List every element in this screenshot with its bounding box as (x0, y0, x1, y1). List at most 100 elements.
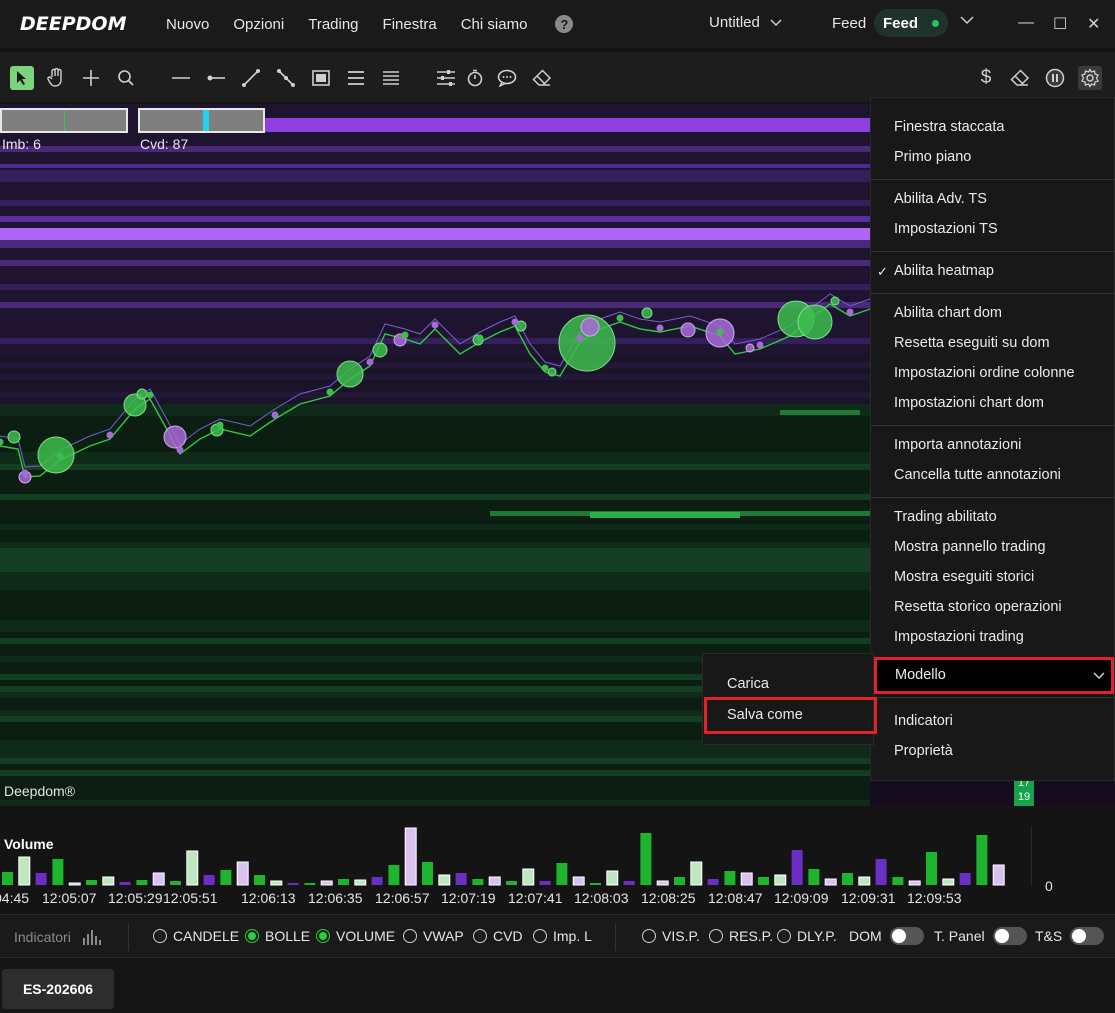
drawing-toolbar: $ (0, 52, 1115, 102)
imbalance-gauge (0, 108, 128, 133)
toggle-dom[interactable]: DOM (849, 927, 924, 945)
submenu-item-carica[interactable]: Carica (727, 676, 769, 692)
trendline-icon[interactable] (239, 66, 263, 90)
radio-res-p-label: RES.P. (729, 928, 774, 944)
radio-bolle[interactable]: BOLLE (245, 928, 310, 944)
timer-icon[interactable] (463, 66, 487, 90)
menu-item-mostra-pannello-trading[interactable]: Mostra pannello trading (894, 539, 1046, 555)
rectangle-icon[interactable] (309, 66, 333, 90)
radio-dly-p[interactable]: DLY.P. (777, 928, 837, 944)
volume-bar (707, 879, 719, 885)
bar-chart-icon[interactable] (82, 929, 102, 945)
menu-item-impostazioni-ordine-colonne[interactable]: Impostazioni ordine colonne (894, 365, 1075, 381)
feed-status-button[interactable]: Feed (874, 9, 948, 37)
liquidity-line (265, 118, 870, 132)
zoom-icon[interactable] (114, 66, 138, 90)
menu-nuovo[interactable]: Nuovo (166, 16, 209, 33)
radio-vis-p[interactable]: VIS.P. (642, 928, 700, 944)
volume-panel: Volume 0 04:45 12:05:07 12:05:2912:05:51 12… (0, 806, 1115, 910)
gear-icon[interactable] (1078, 66, 1102, 90)
menu-item-impostazioni-chart-dom[interactable]: Impostazioni chart dom (894, 395, 1044, 411)
crosshair-icon[interactable] (79, 66, 103, 90)
menu-item-indicatori[interactable]: Indicatori (894, 713, 953, 729)
radio-imp-l[interactable]: Imp. L (533, 928, 592, 944)
time-axis-label: 12:09:09 (774, 890, 829, 906)
heatmap-band (0, 542, 870, 548)
menu-finestra[interactable]: Finestra (383, 16, 437, 33)
menu-item-abilita-chart-dom[interactable]: Abilita chart dom (894, 305, 1002, 321)
maximize-button[interactable]: ☐ (1053, 14, 1067, 34)
heatmap-band (0, 206, 870, 212)
minimize-button[interactable]: — (1018, 14, 1034, 32)
radio-cvd[interactable]: CVD (473, 928, 523, 944)
menu-item-trading-abilitato[interactable]: Trading abilitato (894, 509, 997, 525)
liquidity-line (0, 216, 870, 222)
radio-volume[interactable]: VOLUME (316, 928, 395, 944)
list-icon[interactable] (344, 66, 368, 90)
eraser-icon[interactable] (530, 66, 554, 90)
ray-icon[interactable] (204, 66, 228, 90)
heatmap-band (0, 770, 870, 776)
menu-item-cancella-annotazioni[interactable]: Cancella tutte annotazioni (894, 467, 1061, 483)
volume-bar (674, 877, 685, 885)
menu-item-finestra-staccata[interactable]: Finestra staccata (894, 119, 1004, 135)
radio-ring (403, 929, 417, 943)
heatmap-band (0, 578, 870, 584)
menu-item-resetta-eseguiti-dom[interactable]: Resetta eseguiti su dom (894, 335, 1050, 351)
volume-bar (438, 874, 451, 886)
list-dense-icon[interactable] (379, 66, 403, 90)
close-button[interactable]: ✕ (1087, 14, 1100, 34)
trade-bubble (176, 446, 184, 454)
trade-bubble (680, 322, 696, 338)
toggle-switch[interactable] (1070, 927, 1105, 945)
menu-item-mostra-eseguiti-storici[interactable]: Mostra eseguiti storici (894, 569, 1034, 585)
menu-item-abilita-heatmap[interactable]: Abilita heatmap (894, 263, 994, 279)
toggle-ts[interactable]: T&S (1035, 927, 1105, 945)
menu-chi-siamo[interactable]: Chi siamo (461, 16, 528, 33)
menu-item-proprieta[interactable]: Proprietà (894, 743, 953, 759)
radio-res-p[interactable]: RES.P. (709, 928, 773, 944)
heatmap-band (0, 158, 870, 164)
liquidity-line (0, 228, 870, 240)
cursor-icon[interactable] (10, 66, 34, 90)
comment-icon[interactable] (495, 66, 519, 90)
radio-ring (153, 929, 167, 943)
volume-bar (774, 874, 787, 886)
pause-icon[interactable] (1043, 66, 1067, 90)
heatmap-band (0, 788, 870, 794)
workspace-title-dropdown[interactable]: Untitled (709, 14, 782, 31)
menu-opzioni[interactable]: Opzioni (233, 16, 284, 33)
menu-item-impostazioni-ts[interactable]: Impostazioni TS (894, 221, 998, 237)
multiline-icon[interactable] (274, 66, 298, 90)
menu-item-impostazioni-trading[interactable]: Impostazioni trading (894, 629, 1024, 645)
toggle-t-panel[interactable]: T. Panel (934, 927, 1027, 945)
symbol-tab-bar: ES-202606 (0, 960, 1115, 1013)
heatmap-band (0, 782, 870, 788)
volume-bar (640, 833, 652, 885)
trade-bubble (580, 317, 600, 337)
hline-icon[interactable] (169, 66, 193, 90)
menu-trading[interactable]: Trading (308, 16, 358, 33)
chevron-down-icon[interactable] (960, 15, 974, 25)
heatmap-band (0, 596, 870, 602)
radio-vwap[interactable]: VWAP (403, 928, 464, 944)
heatmap-band (0, 284, 870, 290)
menu-item-abilita-adv-ts[interactable]: Abilita Adv. TS (894, 191, 987, 207)
volume-bar (236, 861, 249, 886)
menu-item-resetta-storico-operazioni[interactable]: Resetta storico operazioni (894, 599, 1062, 615)
dollar-icon[interactable]: $ (974, 66, 998, 90)
indicators-label[interactable]: Indicatori (14, 929, 71, 945)
menu-item-modello[interactable]: Modello (874, 657, 1114, 694)
submenu-item-salva-come[interactable]: Salva come (704, 697, 877, 734)
menu-item-importa-annotazioni[interactable]: Importa annotazioni (894, 437, 1021, 453)
sliders-icon[interactable] (434, 66, 458, 90)
symbol-tab[interactable]: ES-202606 (2, 969, 114, 1009)
toggle-switch[interactable] (992, 927, 1027, 945)
eraser-icon[interactable] (1008, 66, 1032, 90)
menu-item-primo-piano[interactable]: Primo piano (894, 149, 971, 165)
help-icon[interactable]: ? (555, 15, 574, 33)
radio-candele[interactable]: CANDELE (153, 928, 239, 944)
hand-icon[interactable] (44, 66, 68, 90)
heatmap-band (0, 170, 870, 176)
toggle-switch[interactable] (889, 927, 924, 945)
